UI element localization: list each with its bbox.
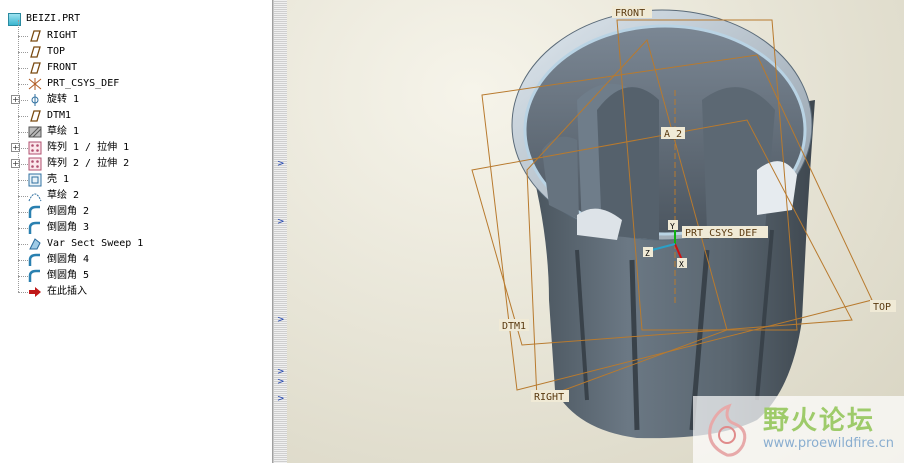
tree-branch-line	[18, 228, 28, 229]
tree-item[interactable]: 倒圆角 3	[0, 220, 270, 236]
tree-item-label: 草绘 1	[47, 126, 80, 137]
tree-item-label: 倒圆角 3	[47, 222, 90, 233]
datum-plane-icon	[28, 29, 42, 43]
label-axis: A_2	[664, 129, 682, 140]
tree-branch-line	[18, 52, 28, 53]
tree-item-label: 壳 1	[47, 174, 70, 185]
tree-branch-line	[18, 68, 28, 69]
tree-item[interactable]: TOP	[0, 44, 270, 60]
tree-branch-line	[18, 36, 28, 37]
panel-splitter[interactable]: > > > > > >	[273, 0, 287, 463]
axis-x-label: X	[679, 260, 684, 269]
tree-item-label: PRT_CSYS_DEF	[47, 78, 120, 89]
tree-guide-line	[18, 20, 19, 292]
tree-branch-line	[18, 132, 28, 133]
tree-item-label: Var Sect Sweep 1	[47, 238, 144, 249]
collapse-arrow-icon[interactable]: >	[277, 160, 285, 169]
tree-item-label: 倒圆角 4	[47, 254, 90, 265]
tree-item-label: 倒圆角 2	[47, 206, 90, 217]
tree-item[interactable]: RIGHT	[0, 28, 270, 44]
tree-item-label: 草绘 2	[47, 190, 80, 201]
insert-here-arrow-icon	[28, 285, 42, 299]
collapse-arrow-icon[interactable]: >	[277, 395, 285, 404]
tree-branch-line	[18, 196, 28, 197]
tree-item[interactable]: DTM1	[0, 108, 270, 124]
tree-item[interactable]: 倒圆角 4	[0, 252, 270, 268]
tree-item-label: 倒圆角 5	[47, 270, 90, 281]
sketch-hatched-icon	[28, 125, 42, 139]
tree-branch-line	[18, 116, 28, 117]
tree-branch-line	[18, 292, 28, 293]
part-icon	[8, 13, 21, 26]
tree-item[interactable]: + 旋转 1	[0, 92, 270, 108]
tree-item-label: TOP	[47, 46, 66, 57]
tree-root-label: BEIZI.PRT	[26, 13, 81, 24]
tree-branch-line	[18, 212, 28, 213]
tree-item[interactable]: 草绘 1	[0, 124, 270, 140]
pattern-icon	[28, 141, 42, 155]
tree-item[interactable]: 壳 1	[0, 172, 270, 188]
axis-y-label: Y	[670, 222, 675, 231]
label-front: FRONT	[615, 8, 645, 19]
tree-branch-line	[18, 260, 28, 261]
tree-branch-line	[18, 84, 28, 85]
datum-plane-icon	[28, 109, 42, 123]
round-icon	[28, 221, 42, 235]
sketch-curve-icon	[28, 189, 42, 203]
tree-item-label: 在此插入	[47, 286, 87, 297]
tree-branch-line	[18, 276, 28, 277]
collapse-arrow-icon[interactable]: >	[277, 378, 285, 387]
datum-plane-icon	[28, 45, 42, 59]
collapse-arrow-icon[interactable]: >	[277, 368, 285, 377]
label-right: RIGHT	[534, 392, 564, 403]
csys-icon	[28, 77, 42, 91]
tree-item[interactable]: PRT_CSYS_DEF	[0, 76, 270, 92]
label-dtm1: DTM1	[502, 321, 526, 332]
collapse-arrow-icon[interactable]: >	[277, 316, 285, 325]
tree-item-label: 旋转 1	[47, 94, 80, 105]
tree-item[interactable]: 草绘 2	[0, 188, 270, 204]
datum-plane-icon	[28, 61, 42, 75]
model-view: FRONT TOP DTM1 RIGHT A_2 PRT_CSYS_DEF Y …	[471, 6, 896, 439]
label-csys: PRT_CSYS_DEF	[685, 228, 757, 239]
tree-branch-line	[18, 244, 28, 245]
round-icon	[28, 269, 42, 283]
tree-item-label: 阵列 2 / 拉伸 2	[47, 158, 130, 169]
collapse-arrow-icon[interactable]: >	[277, 218, 285, 227]
watermark-url: www.proewildfire.cn	[763, 436, 894, 451]
tree-item[interactable]: FRONT	[0, 60, 270, 76]
tree-item[interactable]: + 阵列 1 / 拉伸 1	[0, 140, 270, 156]
tree-item-label: RIGHT	[47, 30, 78, 41]
revolve-icon	[28, 93, 42, 107]
tree-item[interactable]: 倒圆角 2	[0, 204, 270, 220]
label-top: TOP	[873, 302, 891, 313]
tree-item[interactable]: 倒圆角 5	[0, 268, 270, 284]
tree-item[interactable]: 在此插入	[0, 284, 270, 300]
watermark: 野火论坛 www.proewildfire.cn	[693, 396, 904, 463]
tree-item-label: DTM1	[47, 110, 72, 121]
shell-icon	[28, 173, 42, 187]
tree-item[interactable]: Var Sect Sweep 1	[0, 236, 270, 252]
sweep-icon	[28, 237, 42, 251]
flame-logo-icon	[708, 403, 747, 457]
watermark-title: 野火论坛	[763, 406, 876, 436]
axis-z-label: Z	[645, 249, 650, 258]
tree-item[interactable]: + 阵列 2 / 拉伸 2	[0, 156, 270, 172]
round-icon	[28, 253, 42, 267]
tree-branch-line	[18, 180, 28, 181]
graphics-viewport[interactable]: FRONT TOP DTM1 RIGHT A_2 PRT_CSYS_DEF Y …	[287, 0, 904, 463]
tree-item-label: FRONT	[47, 62, 78, 73]
tree-item-label: 阵列 1 / 拉伸 1	[47, 142, 130, 153]
pattern-icon	[28, 157, 42, 171]
round-icon	[28, 205, 42, 219]
inner-rib	[757, 161, 797, 215]
model-tree: BEIZI.PRT RIGHT TOP FRONT PRT_CSYS_DEF + 旋转 1…	[0, 0, 273, 463]
